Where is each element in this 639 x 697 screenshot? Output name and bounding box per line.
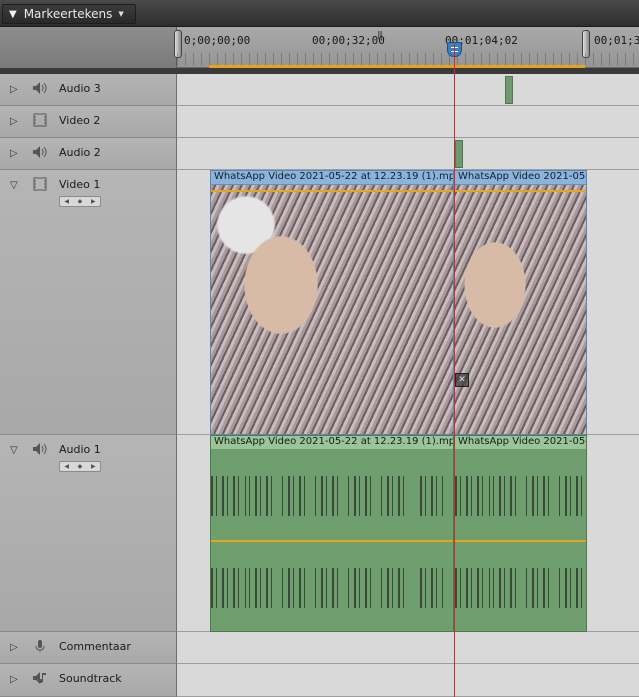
expand-triangle-icon[interactable]: ▷ (10, 116, 18, 127)
work-area-bar[interactable] (209, 65, 585, 68)
track-header-commentaar: ▷ Commentaar (0, 632, 177, 664)
collapse-triangle-icon[interactable]: ▽ (10, 445, 18, 456)
ruler-ticks (177, 53, 639, 65)
film-icon[interactable] (32, 177, 48, 191)
soundtrack-icon[interactable] (32, 671, 48, 685)
timecode-label: 00;01;36;02 (594, 34, 639, 47)
expand-triangle-icon[interactable]: ▷ (10, 674, 18, 685)
track-header-audio-1: ▽ Audio 1 ◀ ◆ ▶ (0, 435, 177, 632)
track-header-soundtrack: ▷ Soundtrack (0, 664, 177, 697)
clip-label: WhatsApp Video 2021-05-22 (455, 436, 586, 450)
track-name: Video 2 (59, 114, 101, 127)
track-lane-audio-3[interactable] (177, 74, 639, 106)
volume-rubberband[interactable] (455, 540, 586, 542)
opacity-rubberband[interactable] (211, 190, 453, 192)
track-header-video-1: ▽ Video 1 ◀ ◆ ▶ (0, 170, 177, 435)
clip-label: WhatsApp Video 2021-05-22 at 12.23.19 (1… (211, 436, 453, 450)
waveform-left-channel (211, 476, 453, 516)
audio-clip[interactable]: WhatsApp Video 2021-05-22 (454, 435, 587, 632)
audio-clip[interactable] (505, 76, 513, 104)
expand-triangle-icon[interactable]: ▷ (10, 642, 18, 653)
collapse-triangle-icon[interactable]: ▽ (10, 180, 18, 191)
collapse-triangle-icon: ▼ (9, 8, 17, 20)
track-lane-commentaar[interactable] (177, 632, 639, 664)
track-name: Audio 3 (59, 82, 101, 95)
markers-menu-button[interactable]: ▼ Markeertekens ▼ (2, 4, 136, 24)
timecode-label: 0;00;00;00 (184, 34, 251, 47)
prev-keyframe-icon[interactable]: ◀ (64, 198, 69, 205)
audio-clip[interactable]: WhatsApp Video 2021-05-22 at 12.23.19 (1… (210, 435, 454, 632)
waveform-right-channel (211, 568, 453, 608)
keyframe-navigator[interactable]: ◀ ◆ ▶ (59, 196, 101, 207)
timecode-label: 00;00;32;00 (312, 34, 385, 47)
track-name: Video 1 (59, 178, 101, 191)
track-lane-audio-2[interactable] (177, 138, 639, 170)
keyframe-navigator[interactable]: ◀ ◆ ▶ (59, 461, 101, 472)
playhead-line[interactable] (454, 44, 455, 697)
expand-triangle-icon[interactable]: ▷ (10, 148, 18, 159)
track-lane-video-2[interactable] (177, 106, 639, 138)
markers-label: Markeertekens (23, 7, 113, 21)
track-lane-audio-1[interactable]: WhatsApp Video 2021-05-22 at 12.23.19 (1… (177, 435, 639, 632)
track-name: Audio 1 (59, 443, 101, 456)
expand-triangle-icon[interactable]: ▷ (10, 84, 18, 95)
time-ruler[interactable]: 0;00;00;00 00;00;32;00 ||| 00;01;04;02 0… (174, 27, 639, 68)
next-keyframe-icon[interactable]: ▶ (91, 198, 96, 205)
track-name: Commentaar (59, 640, 131, 653)
waveform-right-channel (455, 568, 586, 608)
track-lane-soundtrack[interactable] (177, 664, 639, 697)
speaker-icon[interactable] (32, 145, 48, 159)
split-clip-icon[interactable]: ✕ (455, 373, 469, 387)
opacity-rubberband[interactable] (455, 190, 586, 192)
video-clip[interactable]: WhatsApp Video 2021-05-22 (454, 170, 587, 435)
track-header-audio-3: ▷ Audio 3 (0, 74, 177, 106)
track-name: Soundtrack (59, 672, 122, 685)
add-keyframe-icon[interactable]: ◆ (78, 463, 83, 470)
video-thumbnail (455, 185, 586, 434)
track-lane-video-1[interactable]: WhatsApp Video 2021-05-22 at 12.23.19 (1… (177, 170, 639, 435)
waveform-left-channel (455, 476, 586, 516)
microphone-icon[interactable] (32, 639, 48, 653)
video-clip[interactable]: WhatsApp Video 2021-05-22 at 12.23.19 (1… (210, 170, 454, 435)
timeline-toolbar: ▼ Markeertekens ▼ (0, 0, 639, 27)
ruler-grip-icon[interactable]: ||| (377, 30, 383, 39)
next-keyframe-icon[interactable]: ▶ (91, 463, 96, 470)
add-keyframe-icon[interactable]: ◆ (78, 198, 83, 205)
clip-label: WhatsApp Video 2021-05-22 (455, 171, 586, 185)
track-header-audio-2: ▷ Audio 2 (0, 138, 177, 170)
volume-rubberband[interactable] (211, 540, 453, 542)
prev-keyframe-icon[interactable]: ◀ (64, 463, 69, 470)
track-name: Audio 2 (59, 146, 101, 159)
speaker-icon[interactable] (32, 442, 48, 456)
speaker-icon[interactable] (32, 81, 48, 95)
track-header-spacer (0, 27, 177, 68)
track-header-video-2: ▷ Video 2 (0, 106, 177, 138)
dropdown-caret-icon: ▼ (118, 10, 124, 18)
clip-label: WhatsApp Video 2021-05-22 at 12.23.19 (1… (211, 171, 453, 185)
audio-clip[interactable] (455, 140, 463, 168)
film-icon[interactable] (32, 113, 48, 127)
video-thumbnail (211, 185, 453, 434)
